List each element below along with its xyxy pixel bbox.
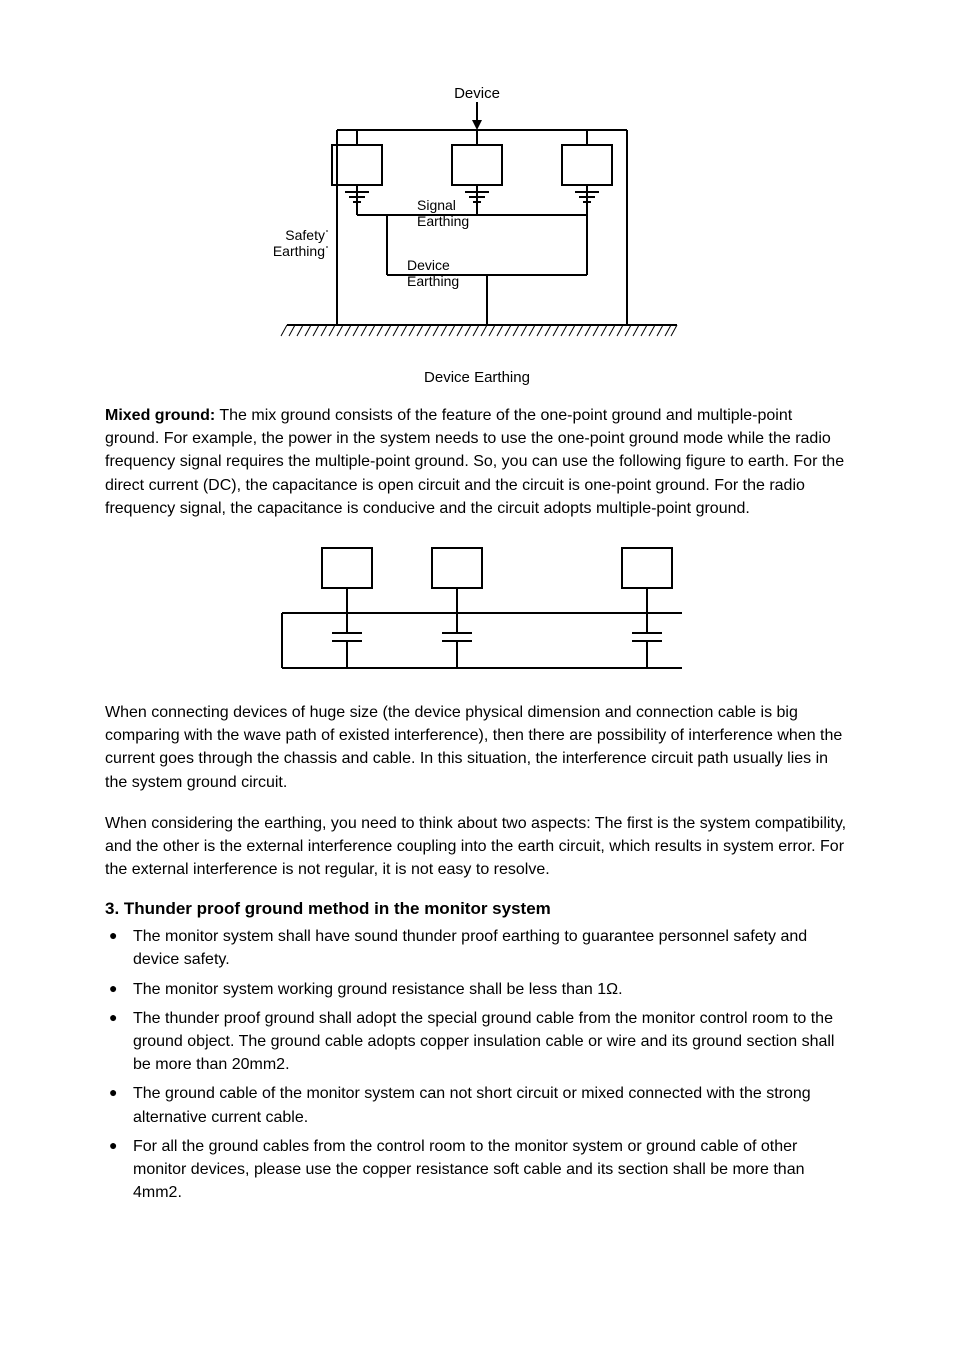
figure-device-earthing: Device	[105, 80, 849, 386]
device-earthing-svg: Device	[227, 80, 727, 360]
figure1-caption: Device Earthing	[105, 369, 849, 386]
paragraph-huge-devices: When connecting devices of huge size (th…	[105, 701, 849, 794]
label-device-earthing-2: Earthing	[407, 273, 459, 289]
label-signal-earthing-2: Earthing	[417, 213, 469, 229]
list-item: For all the ground cables from the contr…	[105, 1135, 849, 1205]
section3-title: 3. Thunder proof ground method in the mo…	[105, 899, 849, 919]
section3-bullets: The monitor system shall have sound thun…	[105, 925, 849, 1204]
figure-mixed-ground	[105, 538, 849, 683]
ground-hatching	[281, 325, 677, 336]
list-item: The monitor system shall have sound thun…	[105, 925, 849, 971]
label-device-earthing-1: Device	[407, 257, 450, 273]
para1-body: The mix ground consists of the feature o…	[105, 407, 844, 517]
list-item: The thunder proof ground shall adopt the…	[105, 1007, 849, 1077]
mixed-ground-svg	[262, 538, 692, 678]
list-item: The monitor system working ground resist…	[105, 978, 849, 1001]
document-page: Device	[0, 0, 954, 1350]
list-item: The ground cable of the monitor system c…	[105, 1082, 849, 1128]
label-signal-earthing-1: Signal	[417, 197, 456, 213]
label-device: Device	[454, 85, 500, 102]
paragraph-mixed-ground: Mixed ground: The mix ground consists of…	[105, 404, 849, 520]
label-safety-earthing-1: Safety	[285, 227, 325, 243]
lead-mixed-ground: Mixed ground:	[105, 407, 215, 424]
label-safety-earthing-2: Earthing	[273, 243, 325, 259]
paragraph-two-aspects: When considering the earthing, you need …	[105, 812, 849, 882]
